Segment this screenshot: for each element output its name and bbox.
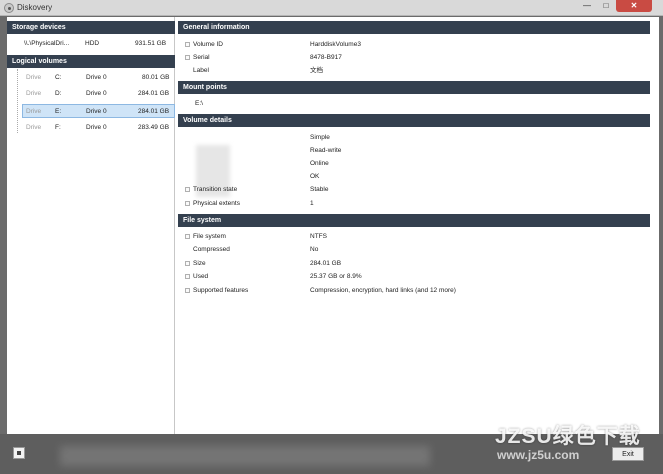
window-title: Diskovery <box>17 3 53 12</box>
expand-icon[interactable] <box>185 55 190 60</box>
status-menu-icon[interactable] <box>13 447 25 459</box>
property-row-serial[interactable]: Serial 8478-B917 <box>178 51 659 64</box>
close-button[interactable]: ✕ <box>616 0 652 12</box>
property-key: Size <box>193 260 206 267</box>
volume-letter: F: <box>55 124 61 131</box>
volume-size: 80.01 GB <box>142 74 170 81</box>
volume-letter: D: <box>55 90 62 97</box>
volume-kind: Drive <box>26 124 42 131</box>
property-row-volume-id[interactable]: Volume ID HarddiskVolume3 <box>178 38 659 51</box>
expand-icon[interactable] <box>185 261 190 266</box>
property-row-status[interactable]: Online <box>178 157 659 170</box>
property-value: OK <box>310 173 320 180</box>
volume-letter: C: <box>55 74 62 81</box>
volume-row-f[interactable]: Drive F: Drive 0 283.49 GB <box>22 121 175 135</box>
property-key: Serial <box>193 54 210 61</box>
left-pane: Storage devices \\.\PhysicalDri... HDD 9… <box>7 17 175 434</box>
expand-icon[interactable] <box>185 201 190 206</box>
property-value: No <box>310 246 319 253</box>
volume-kind: Drive <box>26 108 42 115</box>
volume-details-header: Volume details <box>178 114 650 127</box>
status-redacted-region <box>60 446 430 466</box>
device-type: HDD <box>85 40 100 47</box>
property-value: Compression, encryption, hard links (and… <box>310 287 456 294</box>
volume-drive: Drive 0 <box>86 90 107 97</box>
property-row-supported-features[interactable]: Supported features Compression, encrypti… <box>178 284 659 297</box>
property-value: Read-write <box>310 147 342 154</box>
volume-kind: Drive <box>26 90 42 97</box>
volume-drive: Drive 0 <box>86 74 107 81</box>
volume-drive: Drive 0 <box>86 108 107 115</box>
property-key: Supported features <box>193 287 249 294</box>
property-value: HarddiskVolume3 <box>310 41 361 48</box>
volume-size: 284.01 GB <box>138 108 170 115</box>
volume-row-e[interactable]: Drive E: Drive 0 284.01 GB <box>22 104 175 118</box>
property-value: Online <box>310 160 329 167</box>
mount-points-header: Mount points <box>178 81 650 94</box>
property-value: 8478-B917 <box>310 54 342 61</box>
property-key: Transition state <box>193 186 238 193</box>
title-bar: Diskovery — □ ✕ <box>0 0 663 16</box>
property-row-health[interactable]: OK <box>178 170 659 183</box>
details-pane: General information Volume ID HarddiskVo… <box>178 17 659 434</box>
property-row-physical-extents[interactable]: Physical extents 1 <box>178 197 659 210</box>
property-key: Label <box>193 67 209 74</box>
file-system-header: File system <box>178 214 650 227</box>
volume-size: 284.01 GB <box>138 90 170 97</box>
volume-letter: E: <box>55 108 62 115</box>
main-window: Storage devices \\.\PhysicalDri... HDD 9… <box>7 17 659 434</box>
property-value: 25.37 GB or 8.9% <box>310 273 362 280</box>
expand-icon[interactable] <box>185 274 190 279</box>
maximize-button[interactable]: □ <box>597 0 615 12</box>
property-key: Volume ID <box>193 41 223 48</box>
volume-row-c[interactable]: Drive C: Drive 0 80.01 GB <box>22 71 175 85</box>
property-value: NTFS <box>310 233 327 240</box>
minimize-button[interactable]: — <box>578 0 596 12</box>
device-name: \\.\PhysicalDri... <box>24 40 70 47</box>
property-value: 284.01 GB <box>310 260 342 267</box>
expand-icon[interactable] <box>185 288 190 293</box>
property-value: Stable <box>310 186 329 193</box>
app-disk-icon <box>4 3 14 13</box>
watermark-logo: JZSU绿色下载 <box>495 425 641 448</box>
property-row-size[interactable]: Size 284.01 GB <box>178 257 659 270</box>
volume-drive: Drive 0 <box>86 124 107 131</box>
property-key: File system <box>193 233 226 240</box>
storage-devices-header: Storage devices <box>7 21 175 34</box>
expand-icon[interactable] <box>185 42 190 47</box>
property-row-compressed[interactable]: Compressed No <box>178 243 659 256</box>
property-row-label[interactable]: Label 文档 <box>178 64 659 77</box>
expand-icon[interactable] <box>185 234 190 239</box>
volume-size: 283.49 GB <box>138 124 170 131</box>
property-value: Simple <box>310 134 330 141</box>
property-row-used[interactable]: Used 25.37 GB or 8.9% <box>178 270 659 283</box>
property-key: Compressed <box>193 246 230 253</box>
tree-connector-line <box>17 69 18 133</box>
volume-kind: Drive <box>26 74 42 81</box>
general-information-header: General information <box>178 21 650 34</box>
property-row-file-system[interactable]: File system NTFS <box>178 230 659 243</box>
property-key: Physical extents <box>193 200 240 207</box>
device-size: 931.51 GB <box>135 40 167 47</box>
volume-row-d[interactable]: Drive D: Drive 0 284.01 GB <box>22 87 175 101</box>
property-row-access[interactable]: Read-write <box>178 144 659 157</box>
property-row-transition-state[interactable]: Transition state Stable <box>178 183 659 196</box>
device-row-physicaldrive0[interactable]: \\.\PhysicalDri... HDD 931.51 GB <box>7 38 175 50</box>
property-row-volume-type[interactable]: Simple <box>178 131 659 144</box>
property-value: 1 <box>310 200 314 207</box>
property-key: Used <box>193 273 209 280</box>
logical-volumes-header: Logical volumes <box>7 55 175 68</box>
property-value: 文档 <box>310 67 323 74</box>
expand-icon[interactable] <box>185 187 190 192</box>
watermark-url: www.jz5u.com <box>497 448 580 462</box>
mount-point-path[interactable]: E:\ <box>195 97 203 110</box>
